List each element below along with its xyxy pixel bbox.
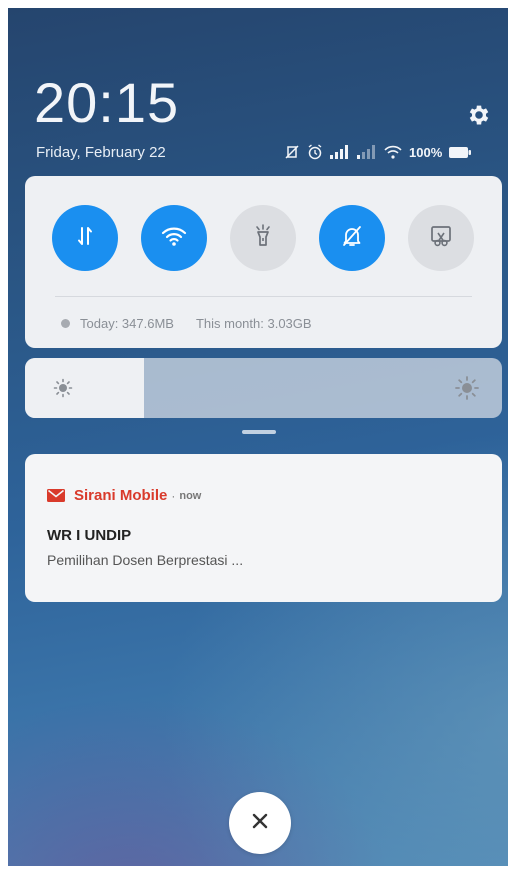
notification-header: Sirani Mobile · now	[47, 487, 201, 504]
wifi-icon	[384, 145, 402, 159]
screenshot-icon	[429, 224, 453, 253]
battery-icon	[449, 146, 472, 158]
data-usage-dot	[61, 319, 70, 328]
silent-mode-toggle[interactable]	[319, 205, 385, 271]
notification-body: Pemilihan Dosen Berprestasi ...	[47, 552, 244, 568]
data-usage-today: Today: 347.6MB	[80, 316, 174, 331]
flashlight-icon	[252, 223, 274, 253]
no-vibrate-icon	[284, 144, 300, 160]
flashlight-toggle[interactable]	[230, 205, 296, 271]
mobile-data-toggle[interactable]	[52, 205, 118, 271]
brightness-low-icon	[53, 378, 73, 403]
drag-handle[interactable]	[242, 430, 276, 434]
notification-app-name: Sirani Mobile	[74, 487, 168, 504]
alarm-icon	[307, 144, 323, 160]
divider	[55, 296, 472, 297]
notification-card[interactable]: Sirani Mobile · now WR I UNDIP Pemilihan…	[25, 454, 502, 602]
wifi-toggle[interactable]	[141, 205, 207, 271]
gear-icon[interactable]	[466, 102, 492, 128]
clear-notifications-button[interactable]	[229, 792, 291, 854]
notification-title: WR I UNDIP	[47, 527, 132, 544]
silent-mode-icon	[341, 224, 363, 253]
lockscreen: 20:15 Friday, February 22 100% Today: 34…	[8, 8, 508, 866]
mobile-data-icon	[74, 225, 96, 252]
close-icon	[251, 812, 269, 835]
status-bar: 100%	[284, 142, 472, 162]
wifi-icon	[161, 225, 187, 252]
screenshot-toggle[interactable]	[408, 205, 474, 271]
brightness-high-icon	[454, 375, 480, 406]
notification-separator: ·	[171, 488, 176, 503]
data-usage[interactable]: Today: 347.6MB This month: 3.03GB	[61, 316, 312, 331]
date: Friday, February 22	[36, 144, 166, 161]
data-usage-month: This month: 3.03GB	[195, 316, 312, 331]
quick-settings-panel: Today: 347.6MB This month: 3.03GB	[25, 176, 502, 348]
notification-time: now	[179, 489, 202, 502]
brightness-slider[interactable]	[25, 358, 502, 418]
clock: 20:15	[34, 71, 180, 134]
mail-icon	[47, 489, 65, 502]
signal-icon	[330, 145, 350, 159]
signal-weak-icon	[357, 145, 377, 159]
brightness-level	[25, 358, 145, 418]
battery-percent: 100%	[409, 144, 443, 160]
